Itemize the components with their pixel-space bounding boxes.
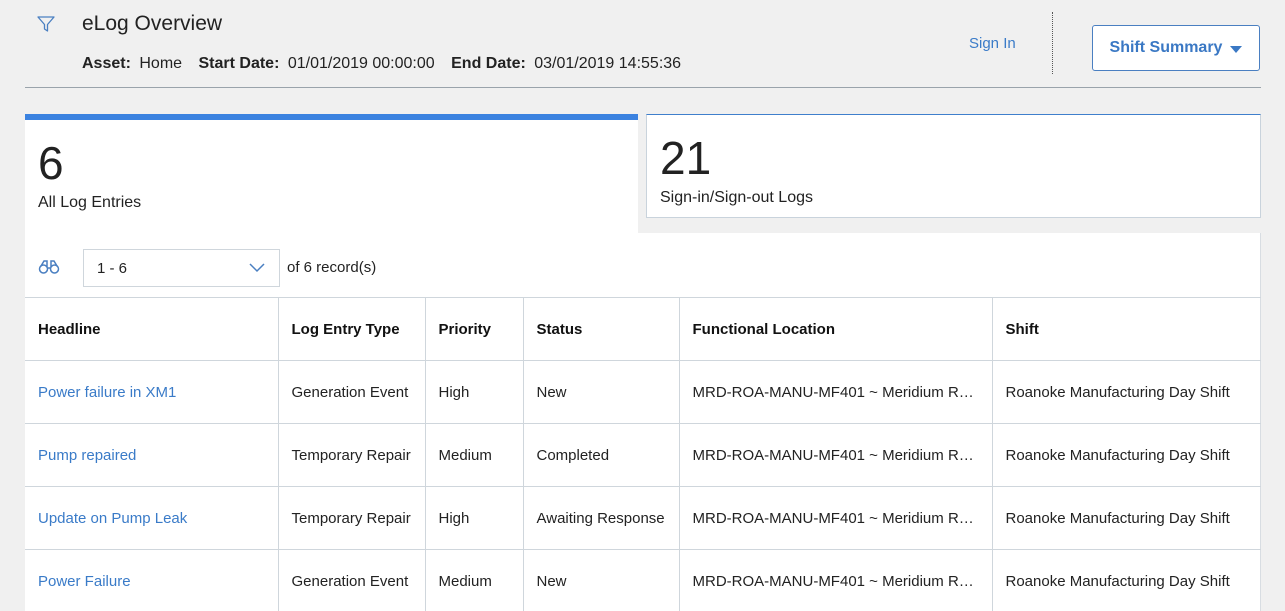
log-entries-panel: 1 - 6 of 6 record(s) Headline Log Entry …: [25, 233, 1261, 611]
functional-location-cell: MRD-ROA-MANU-MF401 ~ Meridium Ro...: [678, 423, 993, 487]
table-row: Power failure in XM1 Generation Event Hi…: [25, 360, 1261, 424]
table-header-row: Headline Log Entry Type Priority Status …: [25, 297, 1261, 361]
priority-cell: Medium: [424, 423, 524, 487]
table-row: Update on Pump Leak Temporary Repair Hig…: [25, 486, 1261, 550]
binoculars-icon[interactable]: [38, 259, 60, 275]
start-date-label: Start Date:: [198, 55, 280, 72]
shift-summary-button[interactable]: Shift Summary: [1092, 25, 1260, 71]
status-cell: Completed: [522, 423, 680, 487]
tab-count: 6: [38, 137, 64, 189]
column-header-headline[interactable]: Headline: [25, 297, 279, 361]
status-cell: New: [522, 360, 680, 424]
functional-location-cell: MRD-ROA-MANU-MF401 ~ Meridium Ro...: [678, 360, 993, 424]
table-row: Power Failure Generation Event Medium Ne…: [25, 549, 1261, 611]
shift-cell: Roanoke Manufacturing Day Shift: [991, 423, 1261, 487]
log-entry-type-cell: Temporary Repair: [277, 486, 426, 550]
column-header-priority[interactable]: Priority: [424, 297, 524, 361]
log-entries-table: Headline Log Entry Type Priority Status …: [25, 297, 1261, 611]
priority-cell: High: [424, 486, 524, 550]
functional-location-cell: MRD-ROA-MANU-MF401 ~ Meridium Ro...: [678, 486, 993, 550]
tab-label: Sign-in/Sign-out Logs: [660, 189, 813, 206]
caret-down-icon: [1230, 45, 1243, 53]
page-header: eLog Overview Asset: Home Start Date: 01…: [0, 0, 1285, 100]
shift-cell: Roanoke Manufacturing Day Shift: [991, 360, 1261, 424]
headline-link[interactable]: Power failure in XM1: [25, 360, 279, 424]
record-range-select[interactable]: 1 - 6: [83, 249, 280, 287]
headline-link[interactable]: Power Failure: [25, 549, 279, 611]
shift-summary-label: Shift Summary: [1109, 39, 1223, 56]
shift-cell: Roanoke Manufacturing Day Shift: [991, 549, 1261, 611]
end-date-value: 03/01/2019 14:55:36: [534, 55, 682, 72]
tab-all-log-entries[interactable]: 6 All Log Entries: [25, 114, 638, 234]
tab-sign-in-sign-out-logs[interactable]: 21 Sign-in/Sign-out Logs: [646, 114, 1261, 218]
priority-cell: Medium: [424, 549, 524, 611]
headline-link[interactable]: Update on Pump Leak: [25, 486, 279, 550]
log-entry-type-cell: Generation Event: [277, 549, 426, 611]
log-entry-type-cell: Temporary Repair: [277, 423, 426, 487]
header-separator: [25, 87, 1261, 88]
asset-label: Asset:: [82, 55, 131, 72]
column-header-shift[interactable]: Shift: [991, 297, 1261, 361]
log-entry-type-cell: Generation Event: [277, 360, 426, 424]
tab-count: 21: [660, 132, 712, 184]
tab-label: All Log Entries: [38, 194, 142, 211]
end-date-label: End Date:: [451, 55, 526, 72]
status-cell: Awaiting Response: [522, 486, 680, 550]
status-cell: New: [522, 549, 680, 611]
start-date-value: 01/01/2019 00:00:00: [287, 55, 435, 72]
record-range-value: 1 - 6: [97, 260, 128, 277]
header-divider: [1052, 12, 1053, 74]
filter-summary: Asset: Home Start Date: 01/01/2019 00:00…: [82, 55, 693, 73]
page-title: eLog Overview: [82, 12, 223, 35]
record-count: of 6 record(s): [287, 259, 377, 276]
column-header-log-entry-type[interactable]: Log Entry Type: [277, 297, 426, 361]
headline-link[interactable]: Pump repaired: [25, 423, 279, 487]
functional-location-cell: MRD-ROA-MANU-MF401 ~ Meridium Ro...: [678, 549, 993, 611]
chevron-down-icon: [249, 263, 265, 273]
filter-icon[interactable]: [36, 14, 56, 34]
column-header-functional-location[interactable]: Functional Location: [678, 297, 993, 361]
priority-cell: High: [424, 360, 524, 424]
sign-in-link[interactable]: Sign In: [969, 35, 1016, 52]
table-row: Pump repaired Temporary Repair Medium Co…: [25, 423, 1261, 487]
asset-value: Home: [139, 55, 183, 72]
shift-cell: Roanoke Manufacturing Day Shift: [991, 486, 1261, 550]
column-header-status[interactable]: Status: [522, 297, 680, 361]
